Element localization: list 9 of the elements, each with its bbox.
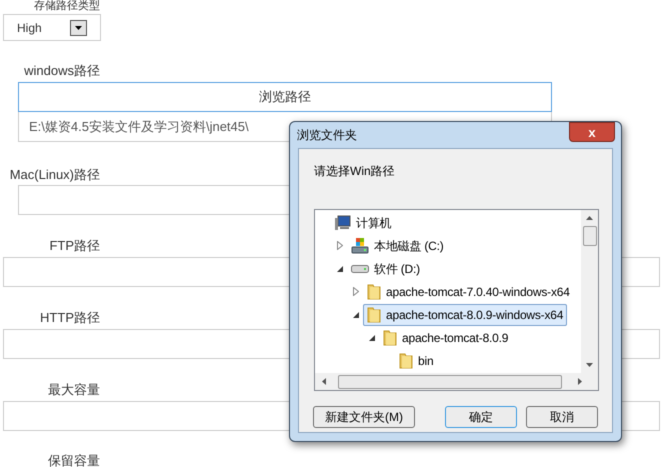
field-label: FTP路径 (48, 238, 100, 254)
prompt-text: 请选择Win路径 (314, 163, 395, 180)
field-label: 最大容量 (47, 382, 100, 398)
field-label: HTTP路径 (39, 310, 100, 326)
field-label: windows路径 (23, 63, 100, 79)
field-label: 存储路径类型 (33, 0, 100, 13)
window-title: 浏览文件夹 (297, 127, 357, 144)
field-label: 保留容量 (47, 453, 100, 467)
field-label: Mac(Linux)路径 (8, 167, 100, 183)
